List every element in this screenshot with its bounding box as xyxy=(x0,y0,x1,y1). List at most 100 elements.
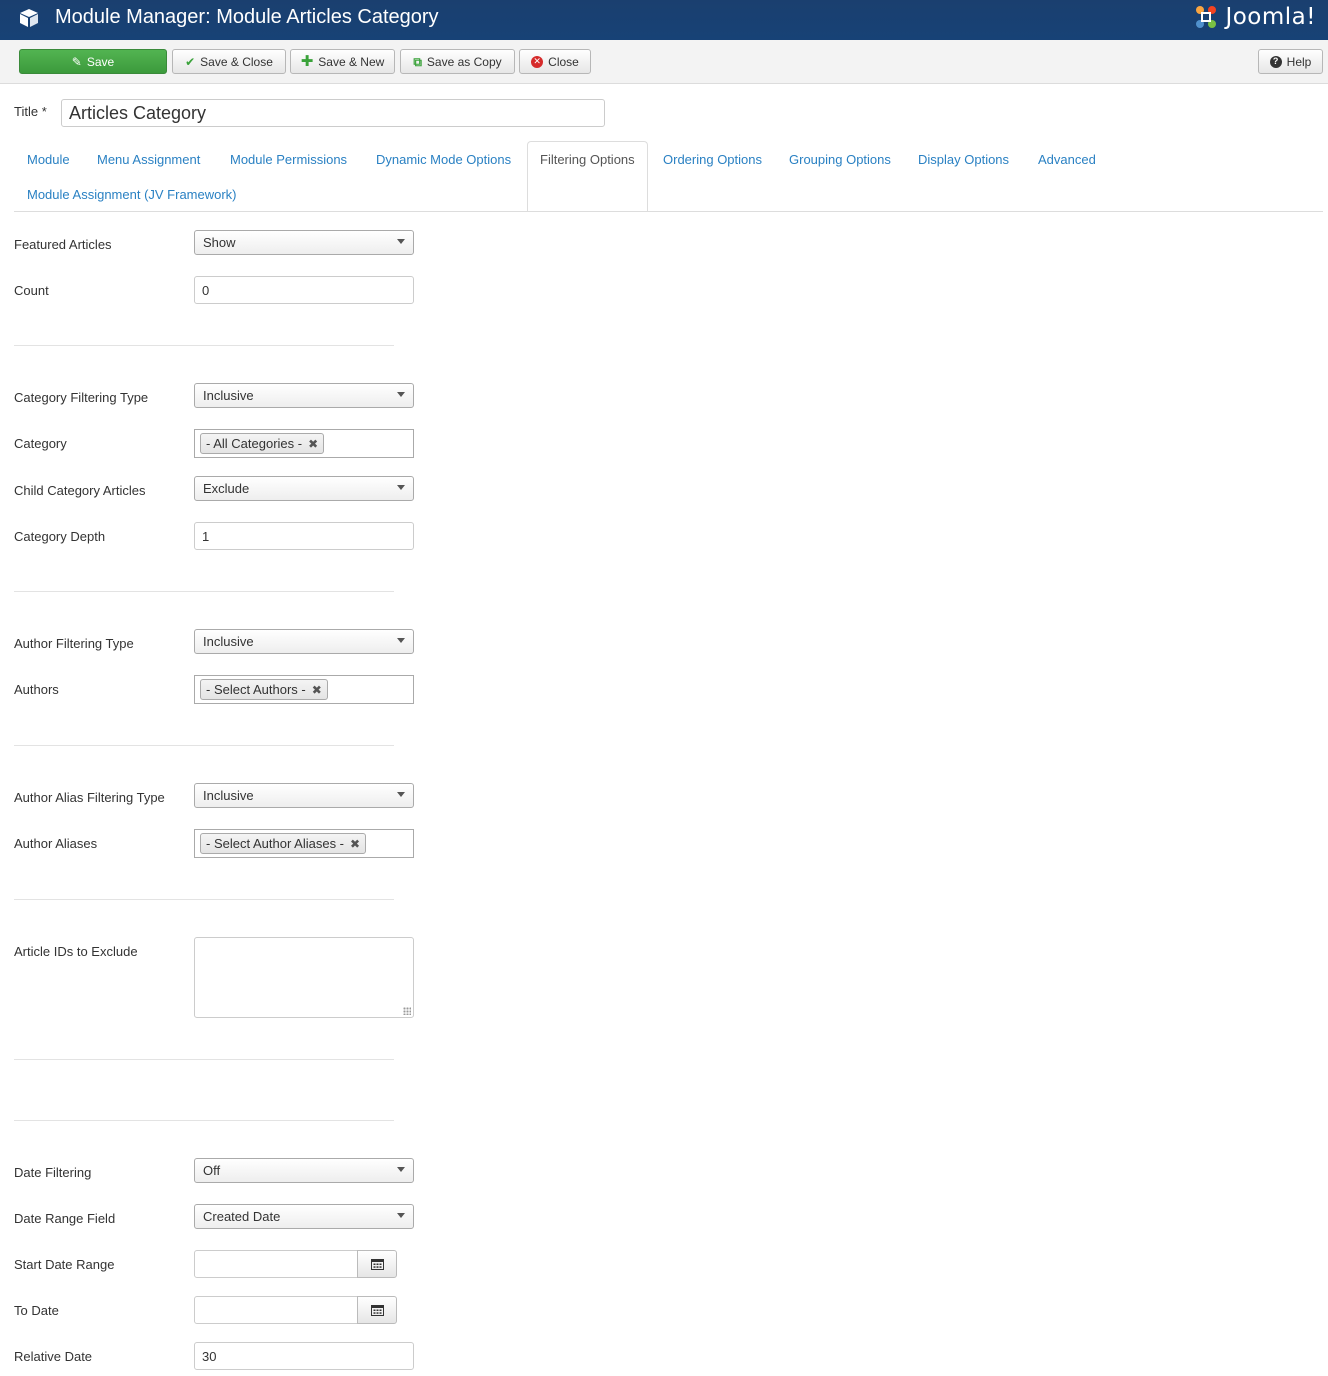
joomla-logo-text: Joomla! xyxy=(1225,4,1316,30)
tab-module[interactable]: Module xyxy=(27,152,70,167)
chevron-down-icon xyxy=(397,239,405,244)
remove-chip-icon[interactable]: ✖ xyxy=(308,437,318,451)
copy-icon: ⧉ xyxy=(413,54,422,69)
date-filtering-value: Off xyxy=(203,1163,221,1178)
close-button-label: Close xyxy=(548,54,579,69)
toolbar: ✎ Save ✔ Save & Close ✚ Save & New ⧉ Sav… xyxy=(0,40,1328,84)
author-aliases-chip: - Select Author Aliases - ✖ xyxy=(200,833,367,854)
category-chip-label: - All Categories - xyxy=(206,436,303,451)
category-label: Category xyxy=(14,436,67,451)
tab-ordering-options[interactable]: Ordering Options xyxy=(663,152,762,167)
category-multiselect[interactable]: - All Categories - ✖ xyxy=(194,429,414,458)
save-copy-button[interactable]: ⧉ Save as Copy xyxy=(400,49,515,74)
tab-menu-assignment[interactable]: Menu Assignment xyxy=(97,152,200,167)
start-date-input[interactable] xyxy=(194,1250,358,1278)
to-date-input[interactable] xyxy=(194,1296,358,1324)
resize-grip-icon[interactable] xyxy=(403,1007,411,1015)
author-alias-filtering-type-select[interactable]: Inclusive xyxy=(194,783,414,808)
date-filtering-select[interactable]: Off xyxy=(194,1158,414,1183)
count-input[interactable]: 0 xyxy=(194,276,414,304)
child-category-articles-select[interactable]: Exclude xyxy=(194,476,414,501)
author-aliases-chip-label: - Select Author Aliases - xyxy=(206,836,345,851)
article-ids-exclude-label: Article IDs to Exclude xyxy=(14,944,138,959)
checkmark-icon: ✔ xyxy=(185,54,196,69)
chevron-down-icon xyxy=(397,392,405,397)
help-button-label: Help xyxy=(1286,54,1312,69)
joomla-logo-icon xyxy=(1196,6,1217,28)
help-button[interactable]: ? Help xyxy=(1258,49,1323,74)
save-button[interactable]: ✎ Save xyxy=(19,49,167,74)
section-divider xyxy=(14,899,394,900)
tab-grouping-options[interactable]: Grouping Options xyxy=(789,152,891,167)
featured-articles-label: Featured Articles xyxy=(14,237,112,252)
question-circle-icon: ? xyxy=(1269,55,1282,68)
featured-articles-value: Show xyxy=(203,235,236,250)
child-category-articles-label: Child Category Articles xyxy=(14,483,146,498)
category-depth-label: Category Depth xyxy=(14,529,106,544)
author-filtering-type-value: Inclusive xyxy=(203,634,254,649)
to-date-label: To Date xyxy=(14,1303,59,1318)
save-button-label: Save xyxy=(86,54,115,69)
section-divider xyxy=(14,1059,394,1060)
relative-date-input[interactable]: 30 xyxy=(194,1342,414,1370)
tab-display-options[interactable]: Display Options xyxy=(918,152,1009,167)
authors-multiselect[interactable]: - Select Authors - ✖ xyxy=(194,675,414,704)
featured-articles-select[interactable]: Show xyxy=(194,230,414,255)
author-alias-filtering-type-value: Inclusive xyxy=(203,788,254,803)
remove-chip-icon[interactable]: ✖ xyxy=(312,683,322,697)
category-filtering-type-label: Category Filtering Type xyxy=(14,390,149,405)
category-depth-input[interactable]: 1 xyxy=(194,522,414,550)
close-circle-icon: ✕ xyxy=(531,55,544,68)
date-range-field-value: Created Date xyxy=(203,1209,281,1224)
section-divider xyxy=(14,745,394,746)
app-header: Module Manager: Module Articles Category… xyxy=(0,0,1328,40)
author-aliases-multiselect[interactable]: - Select Author Aliases - ✖ xyxy=(194,829,414,858)
category-filtering-type-value: Inclusive xyxy=(203,388,254,403)
close-button[interactable]: ✕ Close xyxy=(519,49,591,74)
to-date-calendar-button[interactable] xyxy=(357,1296,397,1324)
section-divider xyxy=(14,345,394,346)
calendar-icon xyxy=(370,1259,384,1270)
authors-chip-label: - Select Authors - xyxy=(206,682,306,697)
section-divider xyxy=(14,1120,394,1121)
child-category-articles-value: Exclude xyxy=(203,481,250,496)
authors-chip: - Select Authors - ✖ xyxy=(200,679,328,700)
chevron-down-icon xyxy=(397,485,405,490)
author-aliases-label: Author Aliases xyxy=(14,836,98,851)
save-new-button[interactable]: ✚ Save & New xyxy=(290,49,395,74)
module-cube-icon xyxy=(20,9,38,27)
section-divider xyxy=(14,591,394,592)
tab-dynamic-mode-options[interactable]: Dynamic Mode Options xyxy=(376,152,511,167)
save-new-button-label: Save & New xyxy=(318,54,385,69)
calendar-icon xyxy=(370,1305,384,1316)
start-date-calendar-button[interactable] xyxy=(357,1250,397,1278)
tab-module-permissions[interactable]: Module Permissions xyxy=(230,152,347,167)
article-ids-exclude-textarea[interactable] xyxy=(194,937,414,1018)
edit-icon: ✎ xyxy=(71,54,82,69)
chevron-down-icon xyxy=(397,1213,405,1218)
chevron-down-icon xyxy=(397,1167,405,1172)
tab-filtering-options-label: Filtering Options xyxy=(540,152,635,167)
page-title: Module Manager: Module Articles Category xyxy=(55,6,439,28)
tab-filtering-options[interactable]: Filtering Options xyxy=(527,141,648,212)
category-chip: - All Categories - ✖ xyxy=(200,433,325,454)
author-alias-filtering-type-label: Author Alias Filtering Type xyxy=(14,790,165,805)
date-range-field-label: Date Range Field xyxy=(14,1211,116,1226)
authors-label: Authors xyxy=(14,682,59,697)
tabs-divider xyxy=(14,211,1323,212)
save-close-button-label: Save & Close xyxy=(200,54,273,69)
tab-module-assignment-jv[interactable]: Module Assignment (JV Framework) xyxy=(27,187,237,202)
tab-advanced[interactable]: Advanced xyxy=(1038,152,1096,167)
date-range-field-select[interactable]: Created Date xyxy=(194,1204,414,1229)
save-close-button[interactable]: ✔ Save & Close xyxy=(172,49,286,74)
title-label: Title * xyxy=(14,104,47,119)
remove-chip-icon[interactable]: ✖ xyxy=(350,837,360,851)
joomla-logo: Joomla! xyxy=(1191,0,1316,34)
chevron-down-icon xyxy=(397,792,405,797)
chevron-down-icon xyxy=(397,638,405,643)
category-filtering-type-select[interactable]: Inclusive xyxy=(194,383,414,408)
author-filtering-type-select[interactable]: Inclusive xyxy=(194,629,414,654)
save-copy-button-label: Save as Copy xyxy=(426,54,502,69)
title-input[interactable]: Articles Category xyxy=(61,99,605,127)
author-filtering-type-label: Author Filtering Type xyxy=(14,636,134,651)
